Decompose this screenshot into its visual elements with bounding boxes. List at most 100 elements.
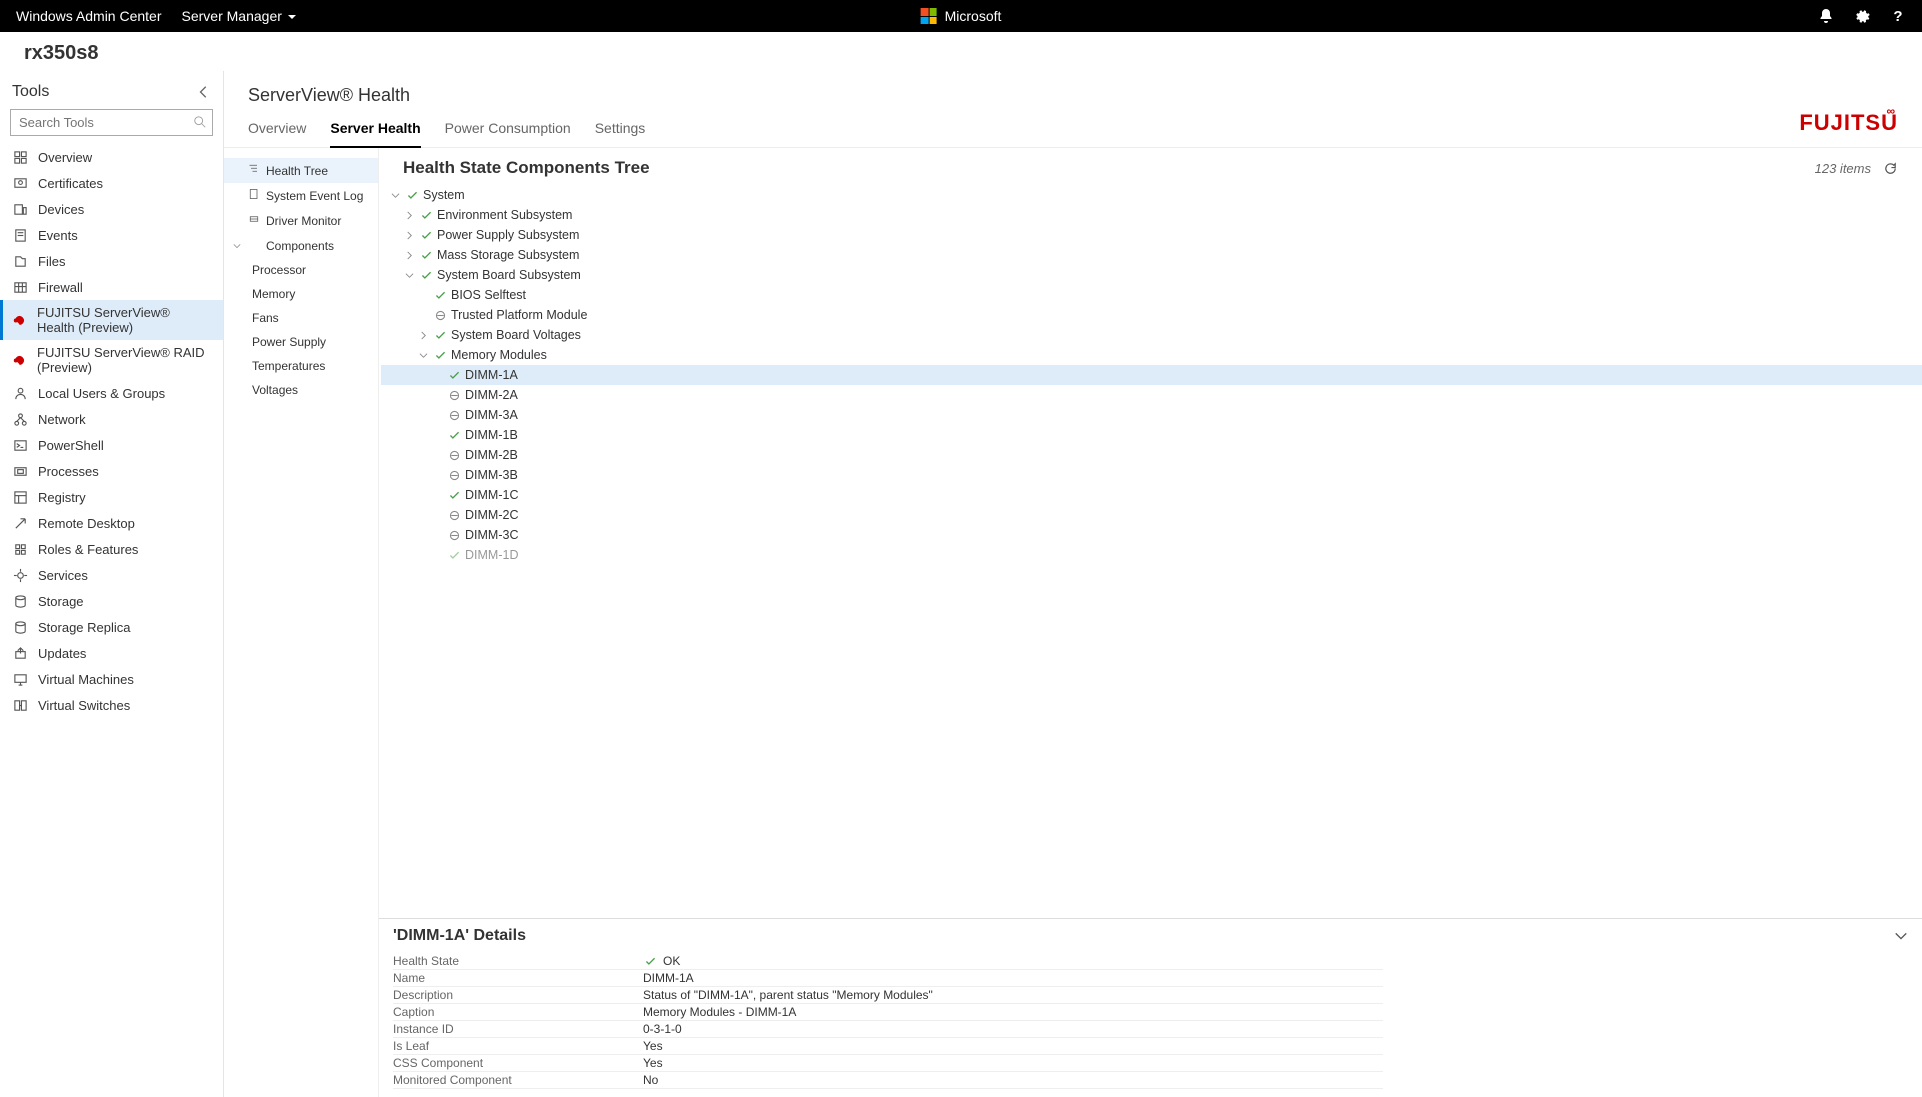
tool-item-updates[interactable]: Updates: [0, 640, 223, 666]
tree-node[interactable]: DIMM-2A: [381, 385, 1922, 405]
tool-item-users[interactable]: Local Users & Groups: [0, 380, 223, 406]
tab-server-health[interactable]: Server Health: [330, 114, 420, 148]
updates-icon: [12, 645, 28, 661]
chevron-left-icon[interactable]: [197, 85, 211, 99]
tree-toggle-icon[interactable]: [417, 351, 429, 360]
tree-node[interactable]: Power Supply Subsystem: [381, 225, 1922, 245]
tree-node-label: DIMM-2A: [465, 388, 518, 402]
server-manager-dropdown[interactable]: Server Manager: [182, 8, 296, 24]
tool-item-fujitsu[interactable]: FUJITSU ServerView® RAID (Preview): [0, 340, 223, 380]
tool-item-events[interactable]: Events: [0, 222, 223, 248]
tool-item-rdp[interactable]: Remote Desktop: [0, 510, 223, 536]
subnav-system-event-log[interactable]: System Event Log: [224, 183, 378, 208]
search-tools-input[interactable]: [10, 109, 213, 136]
tree-toggle-icon[interactable]: [389, 191, 401, 200]
tab-power-consumption[interactable]: Power Consumption: [445, 114, 571, 147]
subnav-child-power-supply[interactable]: Power Supply: [224, 330, 378, 354]
details-row: Monitored ComponentNo: [393, 1072, 1383, 1089]
help-icon[interactable]: ?: [1890, 8, 1906, 24]
tree-node[interactable]: DIMM-2C: [381, 505, 1922, 525]
tree-node[interactable]: System: [381, 185, 1922, 205]
roles-icon: [12, 541, 28, 557]
tool-item-vm[interactable]: Virtual Machines: [0, 666, 223, 692]
tool-item-proc[interactable]: Processes: [0, 458, 223, 484]
settings-icon[interactable]: [1854, 8, 1870, 24]
tree-node[interactable]: Memory Modules: [381, 345, 1922, 365]
tool-item-storage[interactable]: Storage: [0, 588, 223, 614]
refresh-icon[interactable]: [1883, 161, 1898, 176]
chevron-down-icon[interactable]: [1894, 929, 1908, 943]
subnav-child-fans[interactable]: Fans: [224, 306, 378, 330]
tree-node[interactable]: Trusted Platform Module: [381, 305, 1922, 325]
notifications-icon[interactable]: [1818, 8, 1834, 24]
tree-node[interactable]: DIMM-1A: [381, 365, 1922, 385]
tree-area: Health State Components Tree 123 items S…: [379, 148, 1922, 1097]
tree-node[interactable]: DIMM-1D: [381, 545, 1922, 565]
tree-node[interactable]: DIMM-3B: [381, 465, 1922, 485]
tool-item-cert[interactable]: Certificates: [0, 170, 223, 196]
status-ok-icon: [419, 268, 433, 282]
details-value: OK: [643, 954, 1383, 968]
tool-item-svc[interactable]: Services: [0, 562, 223, 588]
tree-node[interactable]: DIMM-1C: [381, 485, 1922, 505]
subnav-child-temperatures[interactable]: Temperatures: [224, 354, 378, 378]
tool-item-files[interactable]: Files: [0, 248, 223, 274]
tab-settings[interactable]: Settings: [595, 114, 646, 147]
details-label: Is Leaf: [393, 1039, 643, 1053]
tree-node[interactable]: System Board Subsystem: [381, 265, 1922, 285]
tool-item-vs[interactable]: Virtual Switches: [0, 692, 223, 718]
tree-node-label: Mass Storage Subsystem: [437, 248, 579, 262]
tree-toggle-icon[interactable]: [403, 271, 415, 280]
subnav-child-memory[interactable]: Memory: [224, 282, 378, 306]
tab-overview[interactable]: Overview: [248, 114, 306, 147]
tool-label: Processes: [38, 464, 99, 479]
item-count: 123 items: [1815, 161, 1871, 176]
tool-label: FUJITSU ServerView® RAID (Preview): [37, 345, 211, 375]
files-icon: [12, 253, 28, 269]
tree[interactable]: SystemEnvironment SubsystemPower Supply …: [381, 184, 1922, 918]
subnav-label: Health Tree: [266, 164, 328, 178]
status-ok-icon: [433, 328, 447, 342]
subnav-health-tree[interactable]: Health Tree: [224, 158, 378, 183]
tree-toggle-icon[interactable]: [403, 231, 415, 240]
tree-node[interactable]: Mass Storage Subsystem: [381, 245, 1922, 265]
tree-node[interactable]: DIMM-3C: [381, 525, 1922, 545]
tree-toggle-icon[interactable]: [417, 331, 429, 340]
subnav-child-processor[interactable]: Processor: [224, 258, 378, 282]
status-na-icon: [447, 388, 461, 402]
tree-node[interactable]: BIOS Selftest: [381, 285, 1922, 305]
status-na-icon: [447, 468, 461, 482]
details-label: Description: [393, 988, 643, 1002]
microsoft-brand: Microsoft: [921, 8, 1002, 24]
subnav-components[interactable]: Components: [224, 233, 378, 258]
tree-node[interactable]: System Board Voltages: [381, 325, 1922, 345]
tool-label: Virtual Machines: [38, 672, 134, 687]
network-icon: [12, 411, 28, 427]
tool-item-overview[interactable]: Overview: [0, 144, 223, 170]
details-row: DescriptionStatus of "DIMM-1A", parent s…: [393, 987, 1383, 1004]
tool-label: Network: [38, 412, 86, 427]
tree-node[interactable]: DIMM-2B: [381, 445, 1922, 465]
content-area: ServerView® Health OverviewServer Health…: [224, 71, 1922, 1097]
tree-node[interactable]: DIMM-1B: [381, 425, 1922, 445]
details-value: Yes: [643, 1056, 1383, 1070]
tool-item-ps[interactable]: PowerShell: [0, 432, 223, 458]
tree-node[interactable]: Environment Subsystem: [381, 205, 1922, 225]
tool-item-roles[interactable]: Roles & Features: [0, 536, 223, 562]
tool-item-devices[interactable]: Devices: [0, 196, 223, 222]
details-value: Memory Modules - DIMM-1A: [643, 1005, 1383, 1019]
subnav-driver-monitor[interactable]: Driver Monitor: [224, 208, 378, 233]
tool-item-storage[interactable]: Storage Replica: [0, 614, 223, 640]
chevron-down-icon: [288, 8, 296, 24]
tool-item-fujitsu[interactable]: FUJITSU ServerView® Health (Preview): [0, 300, 223, 340]
tool-item-network[interactable]: Network: [0, 406, 223, 432]
tree-node[interactable]: DIMM-3A: [381, 405, 1922, 425]
tool-item-reg[interactable]: Registry: [0, 484, 223, 510]
tree-node-label: System Board Subsystem: [437, 268, 581, 282]
tree-node-label: Trusted Platform Module: [451, 308, 587, 322]
subnav-child-voltages[interactable]: Voltages: [224, 378, 378, 402]
tool-item-firewall[interactable]: Firewall: [0, 274, 223, 300]
tree-toggle-icon[interactable]: [403, 211, 415, 220]
tree-toggle-icon[interactable]: [403, 251, 415, 260]
app-name[interactable]: Windows Admin Center: [16, 8, 162, 24]
